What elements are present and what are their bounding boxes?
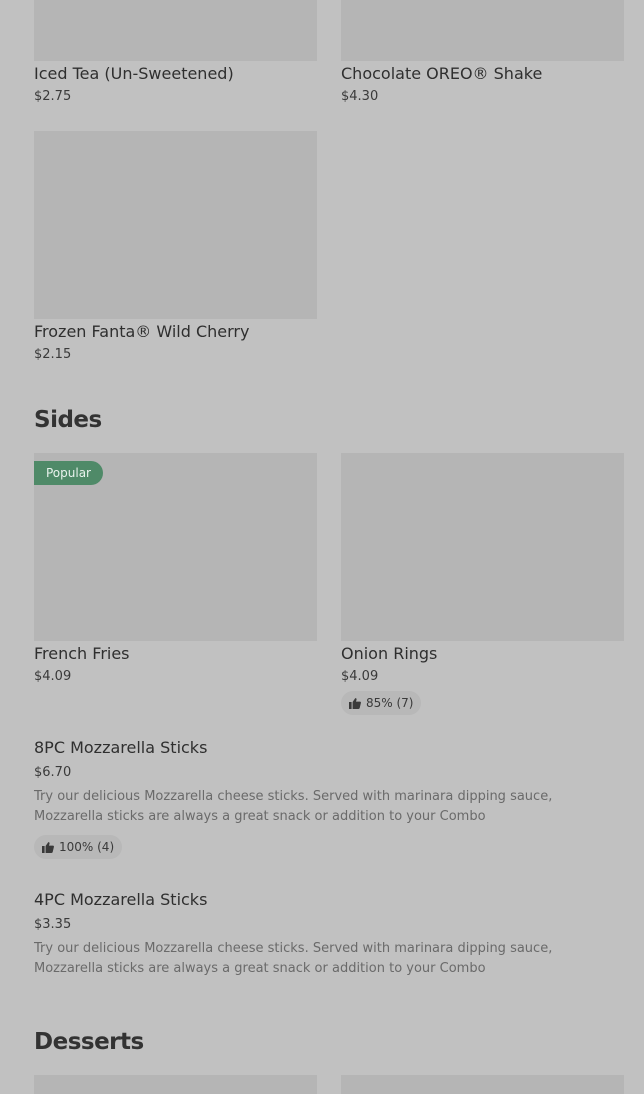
section-title-desserts: Desserts [34, 1029, 144, 1055]
item-price: $4.30 [341, 89, 379, 104]
item-name: 4PC Mozzarella Sticks [34, 890, 208, 909]
item-name: Onion Rings [341, 644, 438, 663]
popular-badge: Popular [34, 461, 103, 485]
item-description: Try our delicious Mozzarella cheese stic… [34, 789, 553, 824]
item-price: $2.15 [34, 347, 72, 362]
item-name: Chocolate OREO® Shake [341, 64, 543, 83]
item-image [34, 131, 317, 319]
item-image [341, 0, 624, 61]
item-name: French Fries [34, 644, 130, 663]
item-price: $4.09 [341, 669, 379, 684]
item-image [341, 1075, 624, 1094]
rating-text: 100% (4) [59, 840, 115, 854]
rating-text: 85% (7) [366, 696, 414, 710]
rating-pill: 100% (4) [34, 835, 123, 859]
item-image [34, 1075, 317, 1094]
thumbs-up-icon [349, 697, 361, 709]
item-name: 8PC Mozzarella Sticks [34, 738, 208, 757]
item-name: Iced Tea (Un-Sweetened) [34, 64, 234, 83]
item-price: $3.35 [34, 917, 72, 932]
item-image [34, 0, 317, 61]
item-price: $6.70 [34, 765, 72, 780]
item-price: $4.09 [34, 669, 72, 684]
item-price: $2.75 [34, 89, 72, 104]
section-title-sides: Sides [34, 407, 102, 433]
item-name: Frozen Fanta® Wild Cherry [34, 322, 250, 341]
item-description: Try our delicious Mozzarella cheese stic… [34, 941, 553, 976]
thumbs-up-icon [42, 841, 54, 853]
item-image [341, 453, 624, 641]
rating-pill: 85% (7) [341, 691, 422, 715]
